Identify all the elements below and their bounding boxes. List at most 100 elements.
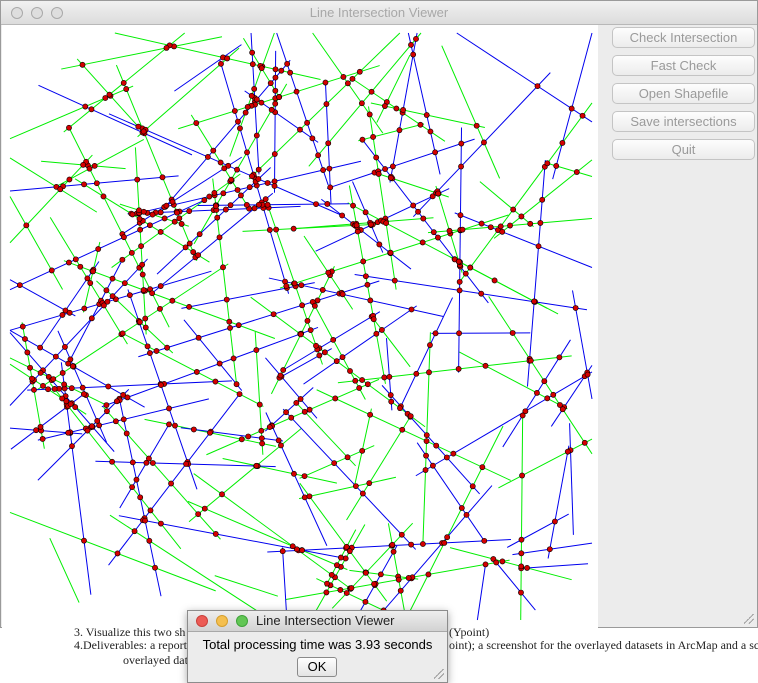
intersection-point — [266, 227, 273, 233]
intersection-point — [226, 318, 233, 325]
intersection-point — [390, 548, 397, 555]
intersection-point — [258, 99, 265, 106]
intersection-point — [339, 212, 346, 219]
intersection-point — [314, 297, 321, 304]
fast-check-button[interactable]: Fast Check — [612, 55, 755, 76]
intersection-point — [37, 423, 44, 430]
intersection-point — [359, 447, 366, 454]
intersection-point — [136, 215, 143, 222]
intersection-point — [164, 344, 171, 351]
layer-b-line — [308, 32, 422, 167]
intersection-point — [84, 427, 91, 434]
open-shapefile-button[interactable]: Open Shapefile — [612, 83, 755, 104]
intersection-point — [321, 349, 328, 356]
ok-button[interactable]: OK — [297, 657, 337, 677]
layer-b-line — [498, 438, 593, 489]
intersection-point — [149, 211, 156, 218]
intersection-point — [68, 385, 75, 392]
intersection-point — [123, 86, 130, 92]
intersection-point — [423, 438, 430, 445]
intersection-point — [264, 201, 271, 208]
dialog-title: Line Intersection Viewer — [256, 613, 395, 628]
resize-grip-icon[interactable] — [744, 614, 754, 624]
intersection-point — [279, 548, 286, 555]
intersection-point — [313, 201, 319, 207]
intersection-point — [481, 537, 488, 544]
intersection-point — [171, 218, 178, 225]
intersection-point — [119, 256, 126, 263]
intersection-point — [195, 511, 202, 518]
intersection-point — [220, 264, 226, 271]
intersection-point — [255, 176, 262, 182]
quit-button[interactable]: Quit — [612, 139, 755, 160]
intersection-point — [322, 79, 329, 86]
intersection-point — [109, 275, 116, 282]
intersection-point — [246, 184, 253, 191]
intersection-point — [389, 163, 396, 170]
intersection-point — [39, 436, 46, 442]
layer-a-line — [66, 259, 123, 367]
intersection-point — [51, 386, 58, 392]
intersection-point — [238, 192, 244, 199]
intersection-point — [493, 559, 500, 566]
intersection-point — [272, 66, 279, 73]
layer-b-line — [358, 123, 425, 142]
dialog-minimize-icon[interactable] — [216, 615, 228, 627]
layer-a-line — [39, 261, 100, 349]
intersection-point — [422, 467, 429, 473]
intersection-point — [52, 353, 59, 360]
intersection-point — [146, 455, 152, 462]
intersection-point — [231, 108, 238, 114]
intersection-point — [201, 505, 208, 512]
intersection-point — [121, 280, 128, 287]
intersection-point — [193, 120, 200, 126]
intersection-point — [537, 220, 544, 226]
intersection-point — [149, 290, 156, 297]
intersection-point — [413, 370, 420, 377]
intersection-point — [104, 408, 110, 415]
intersection-point — [455, 366, 462, 372]
save-intersections-button[interactable]: Save intersections — [612, 111, 755, 132]
check-intersection-button[interactable]: Check Intersection — [612, 27, 755, 48]
intersection-point — [324, 201, 331, 207]
intersection-point — [301, 494, 308, 501]
intersection-point — [144, 343, 151, 350]
intersection-point — [352, 483, 359, 490]
layer-b-line — [134, 147, 147, 335]
dialog-close-icon[interactable] — [196, 615, 208, 627]
intersection-point — [120, 416, 127, 423]
dialog-zoom-icon[interactable] — [236, 615, 248, 627]
intersection-point — [359, 377, 366, 383]
intersection-point — [65, 360, 72, 367]
layer-a-line — [276, 32, 329, 186]
intersection-point — [227, 202, 234, 209]
intersection-point — [497, 223, 504, 230]
intersection-point — [244, 149, 250, 156]
title-bar[interactable]: Line Intersection Viewer — [1, 1, 757, 25]
intersection-point — [120, 80, 127, 86]
intersection-point — [323, 101, 330, 107]
dialog-title-bar[interactable]: Line Intersection Viewer — [188, 611, 447, 632]
intersection-point — [455, 258, 462, 265]
intersection-point — [330, 336, 337, 343]
intersection-point — [228, 176, 235, 183]
dialog-resize-grip-icon[interactable] — [434, 669, 444, 679]
intersection-point — [176, 215, 183, 222]
intersection-point — [456, 287, 463, 294]
intersection-point — [224, 55, 231, 62]
intersection-point — [245, 433, 252, 440]
intersection-point — [456, 330, 462, 337]
intersection-point — [258, 427, 265, 434]
intersection-point — [450, 450, 457, 457]
intersection-point — [389, 541, 396, 548]
intersection-point — [301, 473, 308, 480]
intersection-point — [190, 249, 197, 255]
map-canvas[interactable] — [2, 25, 598, 628]
intersection-point — [133, 476, 140, 483]
intersection-point — [348, 585, 355, 591]
intersection-point — [289, 543, 296, 550]
intersection-point — [217, 159, 224, 166]
layer-a-line — [415, 371, 593, 477]
intersection-point — [24, 349, 31, 356]
intersection-point — [338, 554, 344, 561]
